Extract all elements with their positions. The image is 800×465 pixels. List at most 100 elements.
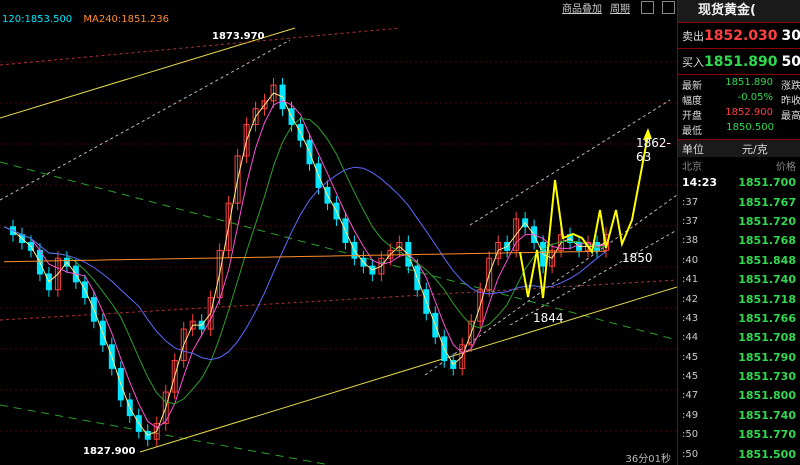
stat-label: 幅度 xyxy=(682,96,702,107)
tick-price: 1851.768 xyxy=(738,234,796,248)
tick-price: 1851.718 xyxy=(738,292,796,306)
buy-extra: 50 xyxy=(781,53,800,70)
ma-legend: 120:1853.500 MA240:1851.236 xyxy=(2,14,177,25)
layout-icon[interactable] xyxy=(662,1,675,14)
buy-row[interactable]: 买入 1851.890 50 xyxy=(678,48,800,74)
tick-list[interactable]: 14:23 1851.700 :37 1851.767 :37 1851.720 :3… xyxy=(678,173,800,464)
tick-row: :37 1851.767 xyxy=(678,192,800,211)
stat-value: -0.05% xyxy=(737,92,773,103)
tick-price: 1851.700 xyxy=(738,176,796,190)
unit-row: 单位 元/克 xyxy=(678,139,800,157)
stat-row: 最低 1850.500 xyxy=(678,122,800,137)
unit-label: 单位 xyxy=(682,142,704,156)
tick-price: 1851.708 xyxy=(738,331,796,345)
target-annotation: 1862-63 xyxy=(636,136,671,164)
stat-extra: 涨跌 xyxy=(781,81,800,92)
tick-time: :44 xyxy=(682,332,699,344)
support-1844-annotation: 1844 xyxy=(533,311,564,325)
tick-row: :50 1851.500 xyxy=(678,444,800,463)
stat-value: 1851.890 xyxy=(725,77,773,88)
tick-time: :49 xyxy=(682,409,699,421)
stat-row: 幅度 -0.05% 昨收 xyxy=(678,92,800,107)
tick-price: 1851.740 xyxy=(738,408,796,422)
ma240-legend: MA240:1851.236 xyxy=(83,14,169,25)
stat-extra xyxy=(774,122,782,137)
ma-line-slow xyxy=(3,117,607,405)
stat-row: 开盘 1852.900 最高 xyxy=(678,107,800,122)
tick-row: :45 1851.790 xyxy=(678,348,800,367)
tick-price: 1851.500 xyxy=(738,447,796,461)
unit-value: 元/克 xyxy=(742,142,768,156)
tick-time: :37 xyxy=(682,196,699,208)
buy-price: 1851.890 xyxy=(704,53,778,70)
instrument-title: 现货黄金( xyxy=(678,0,800,22)
window-icon[interactable] xyxy=(641,1,654,14)
tick-time: :42 xyxy=(682,293,699,305)
tick-time: :40 xyxy=(682,254,699,266)
ticks-header-time: 北京 xyxy=(682,161,702,173)
tick-row: :50 1851.770 xyxy=(678,425,800,444)
high-label: 1873.970 xyxy=(212,31,265,42)
tick-price: 1851.766 xyxy=(738,311,796,325)
tick-row: :47 1851.800 xyxy=(678,386,800,405)
support-1850-annotation: 1850 xyxy=(622,251,653,265)
stat-row: 最新 1851.890 涨跌 xyxy=(678,77,800,92)
tick-row: :45 1851.730 xyxy=(678,367,800,386)
chart-canvas xyxy=(0,27,677,465)
tick-time: :41 xyxy=(682,274,699,286)
stat-value: 1850.500 xyxy=(726,122,774,133)
stats-block: 最新 1851.890 涨跌 幅度 -0.05% 昨收 开盘 1852.900 … xyxy=(678,74,800,137)
tick-price: 1851.848 xyxy=(738,253,796,267)
trend-line xyxy=(0,161,677,341)
stat-label: 最新 xyxy=(682,81,702,92)
period-link[interactable]: 周期 xyxy=(610,0,630,15)
tick-price: 1851.770 xyxy=(738,428,796,442)
stat-extra: 最高 xyxy=(781,111,800,122)
countdown-timer: 36分01秒 xyxy=(625,454,671,465)
trend-line xyxy=(0,404,331,465)
buy-label: 买入 xyxy=(682,55,704,69)
price-chart[interactable]: 120:1853.500 MA240:1851.236 商品叠加 周期 1873… xyxy=(0,0,677,465)
tick-time: :50 xyxy=(682,429,699,441)
tick-time: :47 xyxy=(682,390,699,402)
sell-label: 卖出 xyxy=(682,29,704,43)
tick-time: :50 xyxy=(682,448,699,460)
sell-price: 1852.030 xyxy=(704,27,778,44)
stat-label: 最低 xyxy=(682,126,702,137)
tick-time: :37 xyxy=(682,215,699,227)
stat-extra: 昨收 xyxy=(781,96,800,107)
ticks-header-price: 价格 xyxy=(776,161,796,173)
stat-value: 1852.900 xyxy=(725,107,773,118)
chart-toolbar: 商品叠加 周期 xyxy=(562,0,675,15)
low-label: 1827.900 xyxy=(83,446,136,457)
trend-line xyxy=(0,27,401,66)
forecast-path xyxy=(519,134,649,299)
tick-row: 14:23 1851.700 xyxy=(678,173,800,192)
tick-time: 14:23 xyxy=(682,176,718,190)
sell-row[interactable]: 卖出 1852.030 30 xyxy=(678,22,800,48)
tick-price: 1851.790 xyxy=(738,350,796,364)
sell-extra: 30 xyxy=(781,27,800,44)
ticks-header: 北京 价格 xyxy=(678,157,800,173)
tick-price: 1851.800 xyxy=(738,389,796,403)
ma120-legend: 120:1853.500 xyxy=(2,14,73,25)
stat-label: 开盘 xyxy=(682,111,702,122)
tick-price: 1851.730 xyxy=(738,370,796,384)
tick-price: 1851.740 xyxy=(738,273,796,287)
ma-line-mid xyxy=(3,100,607,429)
trend-line xyxy=(0,279,677,321)
tick-row: :42 1851.718 xyxy=(678,289,800,308)
overlay-link[interactable]: 商品叠加 xyxy=(562,0,602,15)
tick-row: :44 1851.708 xyxy=(678,328,800,347)
tick-time: :45 xyxy=(682,351,699,363)
tick-row: :40 1851.848 xyxy=(678,251,800,270)
tick-row: :37 1851.720 xyxy=(678,212,800,231)
tick-row: :49 1851.740 xyxy=(678,406,800,425)
tick-time: :45 xyxy=(682,371,699,383)
tick-row: :41 1851.740 xyxy=(678,270,800,289)
quote-panel: 现货黄金( 卖出 1852.030 30 买入 1851.890 50 最新 1… xyxy=(677,0,800,465)
tick-row: :38 1851.768 xyxy=(678,231,800,250)
tick-price: 1851.767 xyxy=(738,195,796,209)
tick-time: :43 xyxy=(682,312,699,324)
tick-time: :38 xyxy=(682,235,699,247)
